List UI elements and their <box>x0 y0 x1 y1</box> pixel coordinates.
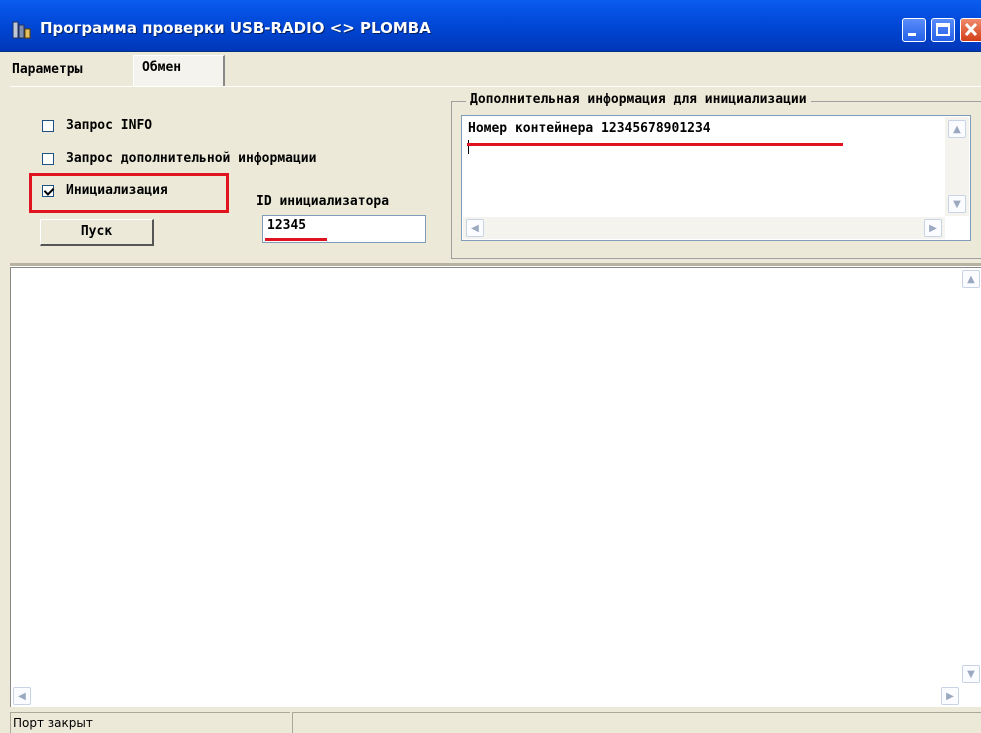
memo-vertical-scrollbar[interactable]: ▲ ▼ <box>945 117 969 216</box>
scroll-down-icon[interactable]: ▼ <box>948 195 966 213</box>
extra-info-title: Дополнительная информация для инициализа… <box>466 92 811 107</box>
init-highlight-box <box>29 173 229 213</box>
log-vertical-scrollbar[interactable]: ▲ ▼ <box>961 268 981 685</box>
app-icon <box>12 21 31 39</box>
request-info-checkbox[interactable]: Запрос INFO <box>42 118 152 133</box>
close-button[interactable] <box>960 18 981 42</box>
memo-horizontal-scrollbar[interactable]: ◀ ▶ <box>463 217 945 239</box>
scroll-up-icon[interactable]: ▲ <box>948 120 966 138</box>
scroll-right-icon[interactable]: ▶ <box>924 219 942 237</box>
title-bar[interactable]: Программа проверки USB-RADIO <> PLOMBA <box>0 0 981 52</box>
log-horizontal-scrollbar[interactable]: ◀ ▶ <box>11 685 961 707</box>
maximize-button[interactable] <box>931 18 955 42</box>
close-icon <box>964 22 978 37</box>
request-extra-box[interactable] <box>42 152 54 165</box>
status-bar: Порт закрыт <box>10 710 981 733</box>
extra-info-memo[interactable]: Номер контейнера 12345678901234 ▲ ▼ ◀ ▶ <box>461 115 971 241</box>
window-title: Программа проверки USB-RADIO <> PLOMBA <box>40 19 431 37</box>
maximize-icon <box>936 23 950 36</box>
log-scroll-right-icon[interactable]: ▶ <box>941 687 959 705</box>
initiator-id-label: ID инициализатора <box>256 194 390 209</box>
status-secondary <box>292 712 981 733</box>
log-scroll-down-icon[interactable]: ▼ <box>962 665 980 683</box>
extra-info-text: Номер контейнера 12345678901234 <box>468 121 711 136</box>
minimize-button[interactable] <box>902 18 926 42</box>
memo-underline <box>467 143 843 146</box>
log-scroll-left-icon[interactable]: ◀ <box>13 687 31 705</box>
tab-exchange[interactable]: Обмен <box>133 55 225 87</box>
request-info-box[interactable] <box>42 119 54 132</box>
log-area[interactable]: ▲ ▼ ◀ ▶ <box>10 267 981 707</box>
request-extra-label: Запрос дополнительной информации <box>66 151 317 166</box>
start-button[interactable]: Пуск <box>40 219 154 246</box>
status-port: Порт закрыт <box>10 712 290 733</box>
tab-params[interactable]: Параметры <box>12 62 82 77</box>
request-extra-checkbox[interactable]: Запрос дополнительной информации <box>42 151 316 166</box>
tab-panel-border <box>10 86 981 87</box>
scroll-left-icon[interactable]: ◀ <box>466 219 484 237</box>
minimize-icon <box>908 33 916 36</box>
log-scroll-up-icon[interactable]: ▲ <box>962 270 980 288</box>
id-underline <box>265 238 327 241</box>
request-info-label: Запрос INFO <box>66 118 153 133</box>
